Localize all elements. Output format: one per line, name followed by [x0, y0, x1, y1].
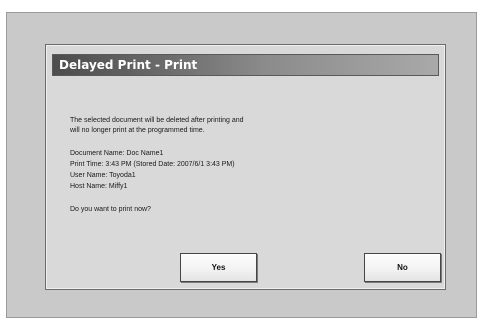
user-name: User Name: Toyoda1 — [70, 172, 136, 179]
screen-background: Delayed Print - Print The selected docum… — [6, 12, 477, 318]
no-button[interactable]: No — [364, 253, 441, 282]
dialog-title: Delayed Print - Print — [59, 58, 198, 72]
yes-button[interactable]: Yes — [180, 253, 257, 282]
host-name: Host Name: Miffy1 — [70, 183, 128, 190]
dialog-title-bar: Delayed Print - Print — [52, 54, 439, 76]
delayed-print-dialog: Delayed Print - Print The selected docum… — [45, 44, 446, 290]
print-time: Print Time: 3:43 PM (Stored Date: 2007/6… — [70, 161, 235, 168]
document-name: Document Name: Doc Name1 — [70, 150, 164, 157]
confirm-question: Do you want to print now? — [70, 206, 151, 213]
message-line-2: will no longer print at the programmed t… — [70, 127, 205, 134]
message-line-1: The selected document will be deleted af… — [70, 117, 244, 124]
